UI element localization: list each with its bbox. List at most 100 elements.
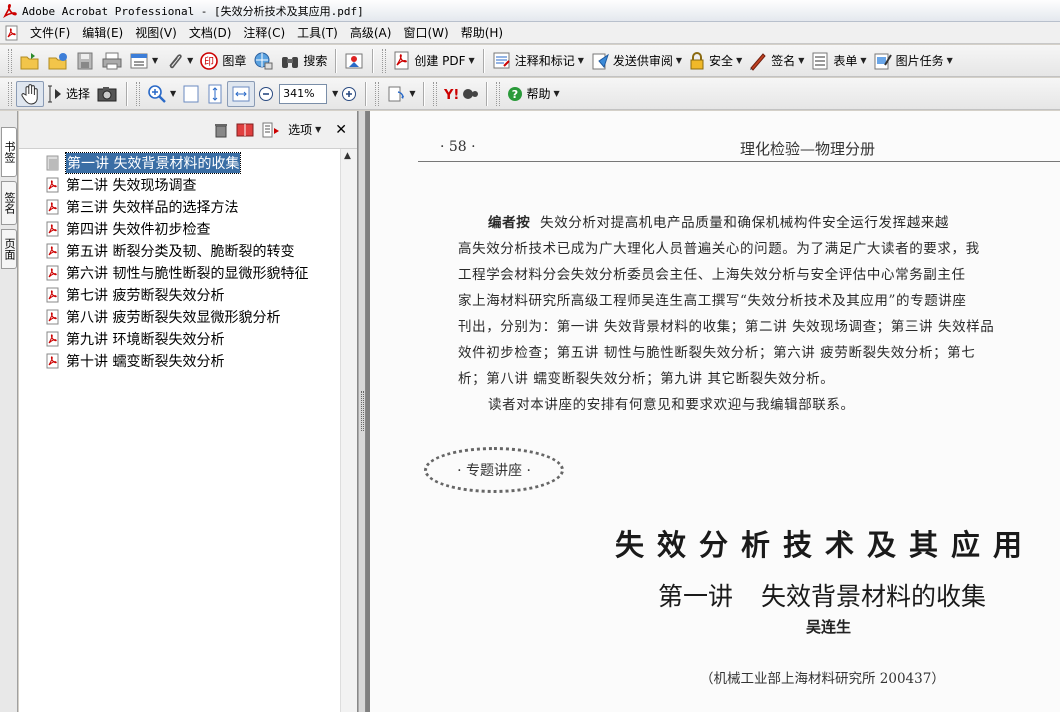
toolbar-grip[interactable] [8,48,12,73]
picture-tasks-button[interactable]: 图片任务 ▼ [870,48,956,74]
toolbar-grip[interactable] [8,81,12,106]
toolbar-separator [482,48,484,73]
hand-icon [21,83,38,105]
send-review-icon [592,53,609,69]
delete-bookmark-button[interactable] [214,122,228,138]
zoom-in-tool-button[interactable]: ▼ [144,81,179,107]
bookmark-item[interactable]: 第十讲 蠕变断裂失效分析 [45,351,224,371]
rotate-view-button[interactable]: ▼ [383,81,418,107]
panel-splitter[interactable] [358,111,366,712]
web-button[interactable] [249,48,277,74]
padlock-icon [690,51,704,69]
forms-button[interactable]: 表单 ▼ [807,48,869,74]
toolbar-grip[interactable] [382,48,387,73]
menu-edit[interactable]: 编辑(E) [76,23,129,43]
pdf-page-icon [46,353,59,369]
bookmark-item[interactable]: 第一讲 失效背景材料的收集 [45,152,242,174]
printer-icon [102,52,122,69]
sign-button[interactable]: 签名 ▼ [745,48,807,74]
help-button[interactable]: ? 帮助 ▼ [504,81,562,107]
tab-pages[interactable]: 页面 [1,229,17,269]
tab-signatures[interactable]: 签名 [1,181,17,225]
toolbar-grip[interactable] [496,81,501,106]
create-pdf-button[interactable]: 创建 PDF ▼ [390,48,477,74]
send-review-button[interactable]: 发送供审阅 ▼ [587,48,685,74]
stamp-button[interactable]: 印 图章 [196,48,249,74]
hand-tool-button[interactable] [16,80,44,107]
tasks-button[interactable]: ▼ [126,48,161,74]
form-icon [812,52,828,69]
actual-size-button[interactable] [179,81,203,107]
menu-window[interactable]: 窗口(W) [397,23,454,43]
snapshot-button[interactable] [93,81,121,107]
scroll-up-arrow-icon[interactable]: ▲ [344,151,351,161]
zoom-in-button[interactable] [338,81,360,107]
menu-tools[interactable]: 工具(T) [291,23,344,43]
menu-view[interactable]: 视图(V) [129,23,183,43]
toolbar-separator [372,48,374,73]
author-affiliation: （机械工业部上海材料研究所 200437） [700,671,945,687]
pdf-document-icon[interactable] [4,25,20,41]
menu-help[interactable]: 帮助(H) [455,23,509,43]
lecture-title: 失效背景材料的收集 [761,582,987,611]
expand-bookmark-button[interactable] [262,122,280,138]
header-rule [418,161,1060,162]
bookmark-item[interactable]: 第三讲 失效样品的选择方法 [45,197,238,217]
menu-comments[interactable]: 注释(C) [237,23,291,43]
bookmark-item[interactable]: 第六讲 韧性与脆性断裂的显微形貌特征 [45,263,308,283]
toolbar-grip[interactable] [433,81,438,106]
editor-note-label: 编者按 [488,215,531,231]
bookmark-item[interactable]: 第九讲 环境断裂失效分析 [45,329,224,349]
paperclip-icon [169,53,182,68]
comment-markup-button[interactable]: 注释和标记 ▼ [489,48,587,74]
fit-page-button[interactable] [203,81,227,107]
zoom-level-input[interactable]: 341% [279,83,328,104]
help-question-icon: ? [508,86,523,101]
fit-width-button[interactable] [227,80,256,107]
main-toolbar: ▼ ▼ 印 图章 搜索 创建 PDF ▼ 注释和标记 ▼ 发送供审阅 ▼ 安全 … [0,45,1060,77]
print-button[interactable] [98,48,126,74]
bookmark-item[interactable]: 第四讲 失效件初步检查 [45,219,210,239]
yahoo-toolbar-button[interactable]: Y! [441,81,481,107]
zoom-out-button[interactable] [255,81,277,107]
send-review-label: 发送供审阅 [612,54,673,68]
bookmark-label: 第八讲 疲劳断裂失效显微形貌分析 [66,310,281,326]
select-label: 选择 [66,87,91,101]
select-tool-button[interactable]: 选择 [44,81,93,107]
accessibility-button[interactable] [341,48,367,74]
search-button[interactable]: 搜索 [277,48,330,74]
stamp-label: 图章 [222,54,247,68]
document-view[interactable]: · 58 · 理化检验—物理分册 编者按 失效分析对提高机电产品质量和确保机械构… [366,111,1060,712]
chevron-down-icon: ▼ [468,56,475,65]
bookmark-item[interactable]: 第二讲 失效现场调查 [45,175,196,195]
close-panel-icon[interactable]: ✕ [335,122,347,138]
menu-file[interactable]: 文件(F) [24,23,76,43]
forms-label: 表单 [833,54,858,68]
trash-icon [215,123,228,137]
bookmarks-scrollbar[interactable]: ▲ [340,149,357,712]
security-button[interactable]: 安全 ▼ [685,48,745,74]
editor-note-line: 高失效分析技术已成为广大理化人员普遍关心的问题。为了满足广大读者的要求，我 [458,241,980,257]
rotate-page-icon [388,86,405,101]
bookmark-options-menu[interactable]: 选项 ▼ [288,121,321,138]
toolbar-grip[interactable] [375,81,380,106]
comment-markup-label: 注释和标记 [514,54,575,68]
options-label: 选项 [288,123,313,137]
save-button[interactable] [72,48,98,74]
bookmark-item[interactable]: 第五讲 断裂分类及韧、脆断裂的转变 [45,241,294,261]
tab-bookmarks[interactable]: 书签 [1,127,17,177]
attach-button[interactable]: ▼ [161,48,196,74]
open-button[interactable] [16,48,44,74]
bookmark-item[interactable]: 第八讲 疲劳断裂失效显微形貌分析 [45,307,280,327]
bookmark-item[interactable]: 第七讲 疲劳断裂失效分析 [45,285,224,305]
organizer-button[interactable] [44,48,72,74]
menu-advanced[interactable]: 高级(A) [344,23,398,43]
toolbar-grip[interactable] [136,81,141,106]
svg-text:?: ? [512,88,518,101]
chevron-down-icon: ▼ [736,56,743,65]
new-bookmark-button[interactable] [236,122,254,138]
toolbar-separator [335,48,337,73]
page-icon [46,155,59,171]
editor-note-line: 效件初步检查；第五讲 韧性与脆性断裂失效分析；第六讲 疲劳断裂失效分析；第七 [458,345,976,361]
menu-document[interactable]: 文档(D) [183,23,238,43]
